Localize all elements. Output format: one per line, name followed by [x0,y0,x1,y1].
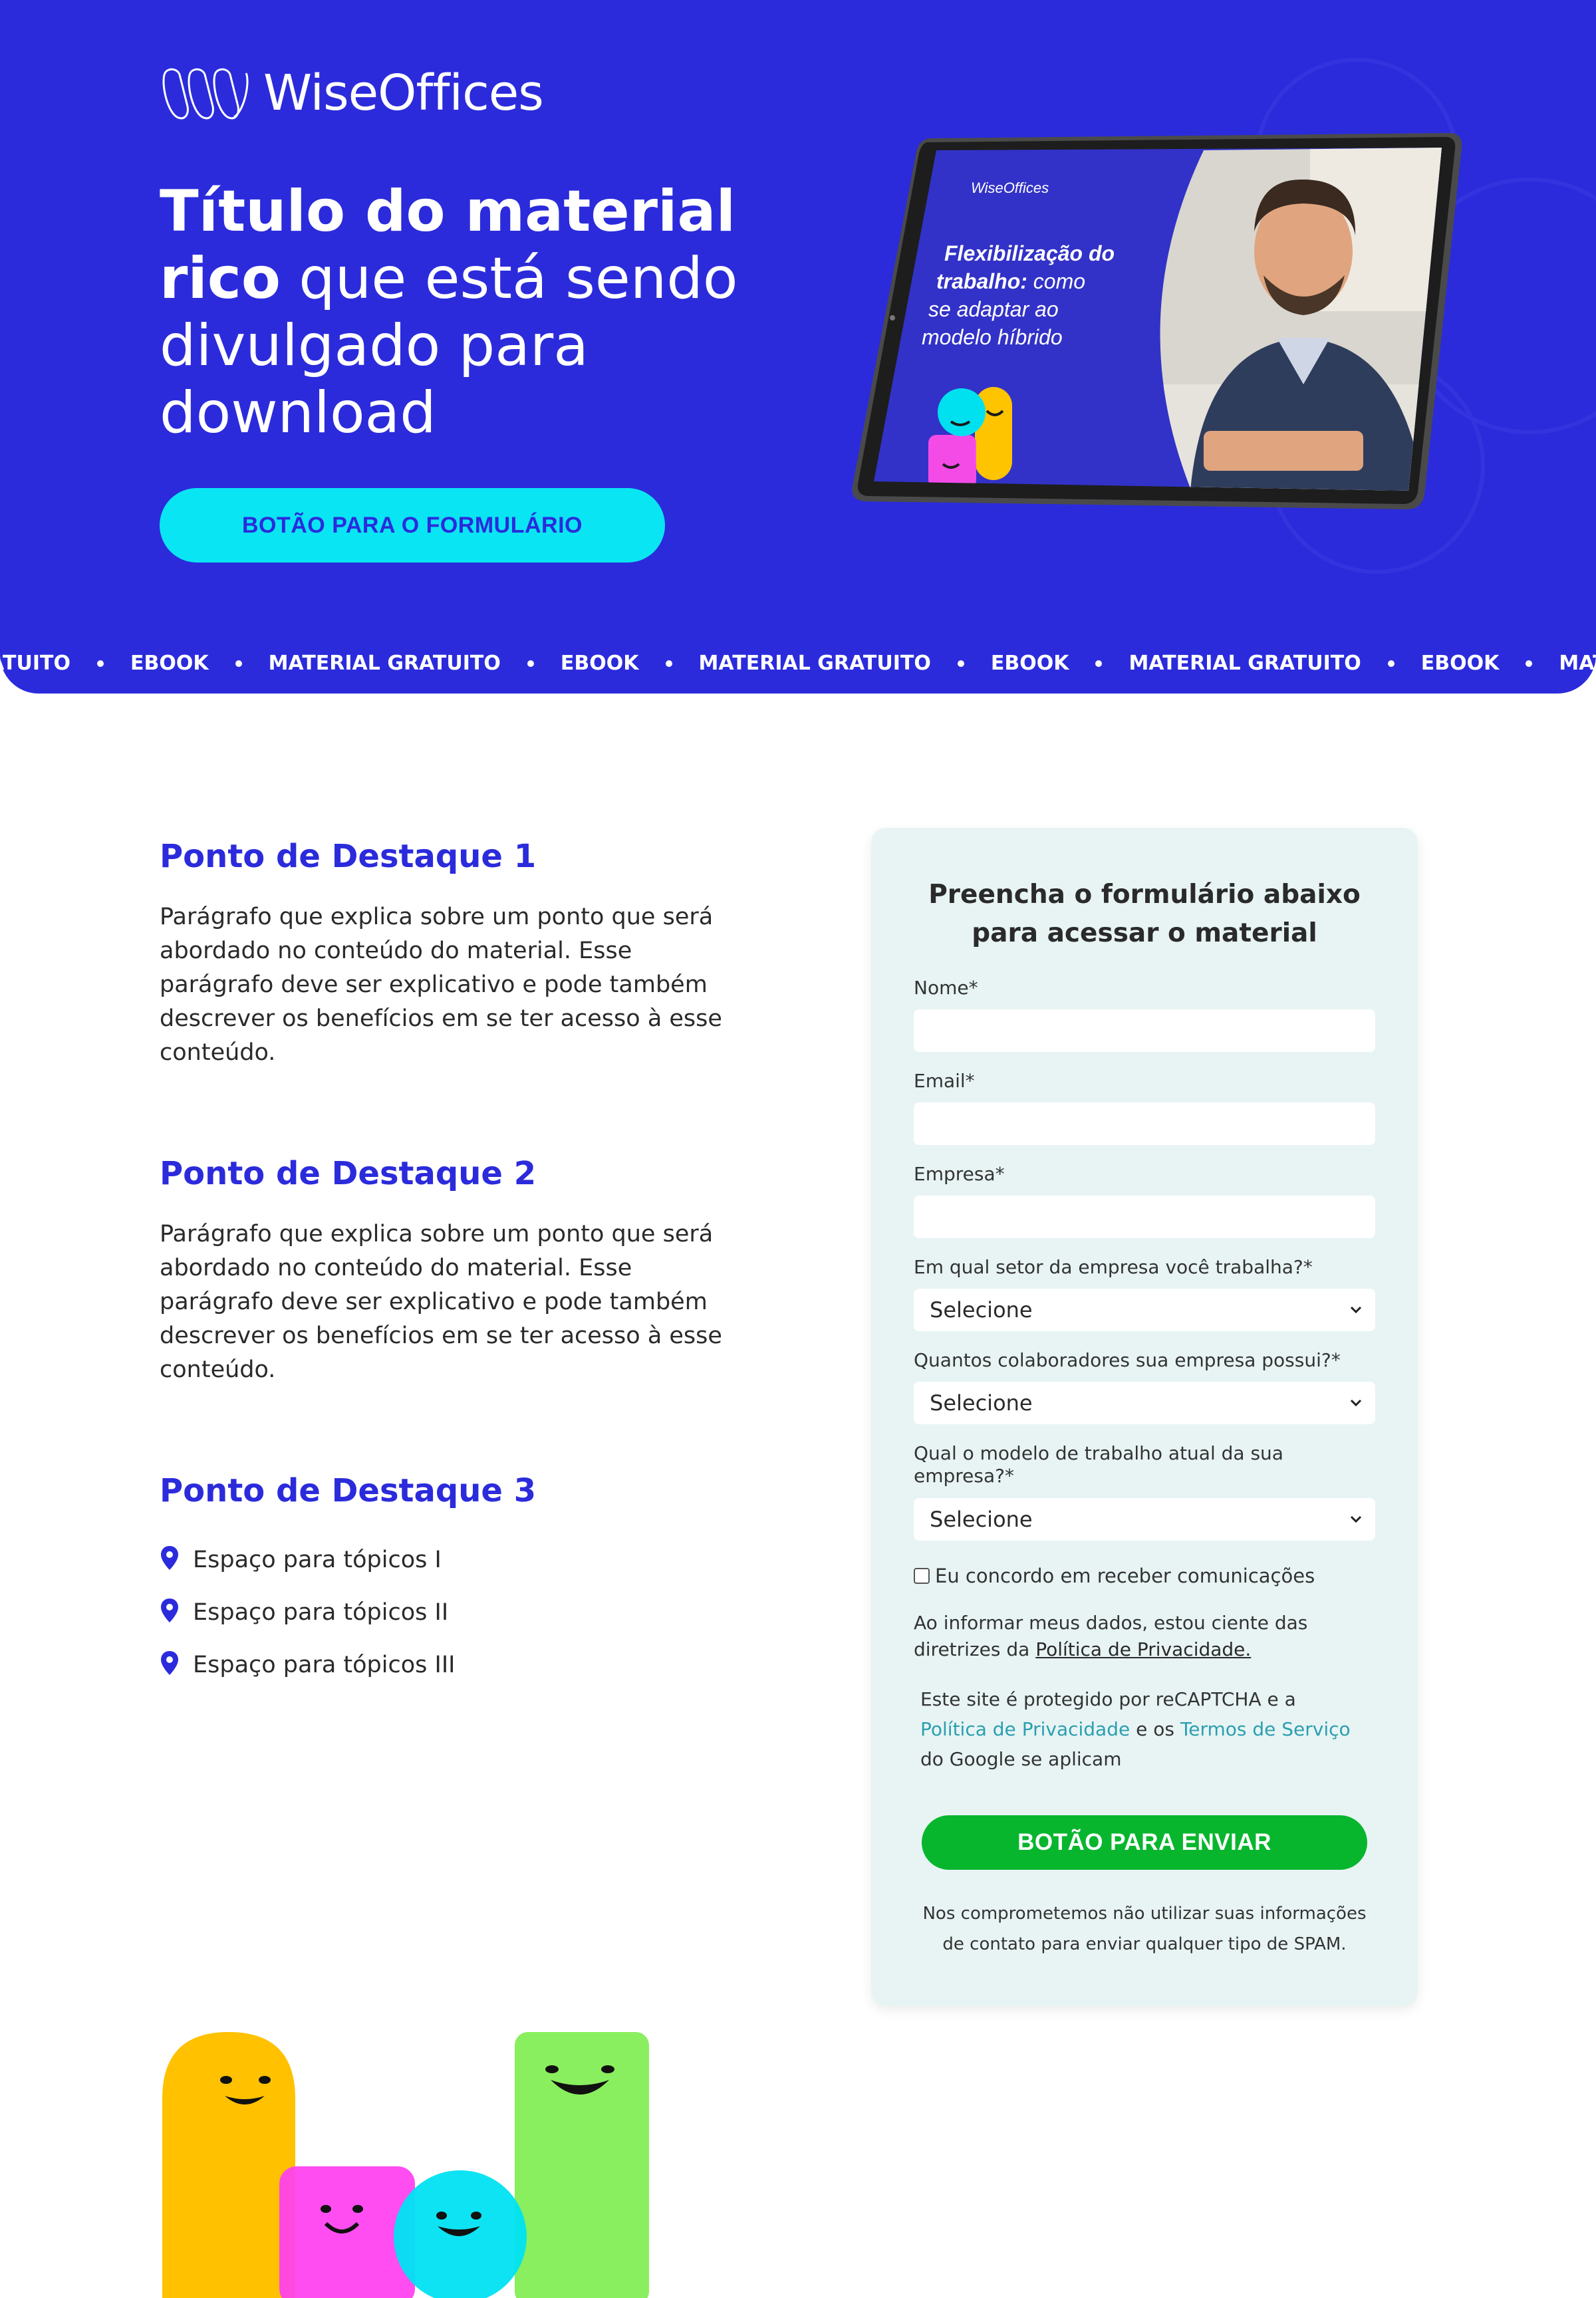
hero-title-bold-1: Título do material [160,178,736,245]
work-model-label: Qual o modelo de trabalho atual da sua e… [914,1442,1283,1487]
marquee-item: RATUITO [0,652,70,675]
spam-line-2: de contato para enviar qualquer tipo de … [942,1934,1347,1954]
google-privacy-link[interactable]: Política de Privacidade [920,1718,1130,1740]
brand-logo[interactable]: WiseOffices [160,64,544,122]
feature-1-title: Ponto de Destaque 1 [160,838,537,875]
name-label: Nome* [914,977,978,999]
map-pin-icon [161,1650,178,1675]
topic-label: Espaço para tópicos III [193,1651,456,1678]
topic-label: Espaço para tópicos II [193,1598,449,1626]
form-title-line-2: para acessar o material [972,918,1317,948]
feature-3-title: Ponto de Destaque 3 [160,1472,537,1509]
company-label: Empresa* [914,1163,1005,1185]
work-model-select-value: Selecione [930,1507,1033,1532]
marquee-track: RATUITO EBOOK MATERIAL GRATUITO EBOOK MATERI… [0,652,1596,675]
form-cta-button[interactable]: BOTÃO PARA O FORMULÁRIO [160,488,665,563]
map-pin-icon [161,1598,178,1622]
form-title: Preencha o formulário abaixo para acessa… [898,876,1391,953]
recaptcha-text-2: e os [1130,1718,1180,1740]
marquee-strip: RATUITO EBOOK MATERIAL GRATUITO EBOOK MATERI… [0,645,1596,688]
marquee-item: EBOOK [990,652,1069,675]
lead-form: Preencha o formulário abaixo para acessa… [871,828,1418,2006]
feature-2-text: Parágrafo que explica sobre um ponto que… [160,1221,722,1383]
marquee-item: MATERIAL GRATUITO [268,652,501,675]
marquee-separator-dot [665,660,672,667]
marquee-separator-dot [1095,660,1103,667]
hero-title-regular-2: que está sendo [280,245,738,312]
sector-select[interactable]: Selecione [914,1289,1375,1331]
topic-label: Espaço para tópicos I [193,1546,442,1573]
email-field[interactable] [914,1102,1375,1145]
marquee-item: EBOOK [560,652,639,675]
hero-title: Título do material rico que está sendo d… [160,178,745,447]
marquee-separator-dot [957,660,964,667]
hero-title-line-4: download [160,380,436,446]
recaptcha-text-1: Este site é protegido por reCAPTCHA e a [920,1688,1296,1710]
consent-checkbox-row[interactable]: Eu concordo em receber comunicações [914,1565,1315,1587]
ebook-cover-title-3: se adaptar ao [928,297,1059,321]
recaptcha-text-3: do Google se aplicam [920,1748,1122,1770]
marquee-item: EBOOK [130,652,209,675]
topics-list: Espaço para tópicos I Espaço para tópico… [160,1533,732,1691]
work-model-select[interactable]: Selecione [914,1498,1375,1541]
svg-text:trabalho: como: trabalho: como [936,269,1085,293]
topic-item: Espaço para tópicos II [160,1586,732,1638]
sector-select-value: Selecione [930,1297,1033,1323]
marquee-separator-dot [96,660,104,667]
marquee-item: MATERIAL GRATUITO [698,652,931,675]
hero-banner: WiseOffices Título do material rico que … [0,0,1596,694]
company-field[interactable] [914,1196,1375,1238]
feature-2-title: Ponto de Destaque 2 [160,1155,537,1192]
marquee-separator-dot [1526,660,1533,667]
email-label: Email* [914,1070,975,1092]
employees-label: Quantos colaboradores sua empresa possui… [914,1349,1341,1371]
no-spam-notice: Nos comprometemos não utilizar suas info… [911,1898,1378,1960]
google-terms-link[interactable]: Termos de Serviço [1180,1718,1351,1740]
privacy-notice: Ao informar meus dados, estou ciente das… [914,1610,1366,1663]
name-field[interactable] [914,1009,1375,1052]
ebook-cover-title-4: modelo híbrido [922,325,1063,349]
marquee-item: EBOOK [1420,652,1500,675]
consent-checkbox[interactable] [914,1568,930,1584]
hero-title-line-3: divulgado para [160,313,589,379]
privacy-policy-link[interactable]: Política de Privacidade. [1035,1638,1251,1660]
wiseoffices-logo-icon [162,68,249,120]
ebook-cover-title-1: Flexibilização do [944,241,1115,265]
employees-select[interactable]: Selecione [914,1382,1375,1424]
marquee-separator-dot [1387,660,1395,667]
mascot-characters-illustration [162,2032,649,2298]
spam-line-1: Nos comprometemos não utilizar suas info… [922,1904,1367,1924]
chevron-down-icon [1350,1515,1362,1523]
sector-label: Em qual setor da empresa você trabalha?* [914,1256,1313,1278]
marquee-item: MATERIAL GRATUITO [1129,652,1361,675]
employees-select-value: Selecione [930,1390,1033,1416]
topic-item: Espaço para tópicos I [160,1533,732,1586]
feature-1-text: Parágrafo que explica sobre um ponto que… [160,904,722,1066]
marquee-separator-dot [235,660,242,667]
ebook-cover-title-2-rest: como [1027,269,1085,293]
ebook-cover-brand: WiseOffices [971,180,1049,196]
ebook-cover-title-2-bold: trabalho: [936,269,1027,293]
map-pin-icon [161,1545,178,1570]
ebook-tablet-mockup: WiseOffices Flexibilização do trabalho: … [852,133,1462,509]
hero-title-bold-2: rico [160,245,281,312]
recaptcha-notice: Este site é protegido por reCAPTCHA e a … [920,1684,1373,1774]
chevron-down-icon [1350,1306,1362,1314]
brand-name: WiseOffices [263,64,544,122]
marquee-item: MATERIA [1559,652,1596,675]
topic-item: Espaço para tópicos III [160,1638,732,1691]
marquee-separator-dot [527,660,534,667]
consent-label: Eu concordo em receber comunicações [935,1565,1315,1587]
feature-2: Ponto de Destaque 2 Parágrafo que explic… [160,1154,732,1387]
form-title-line-1: Preencha o formulário abaixo [928,880,1361,910]
feature-1: Ponto de Destaque 1 Parágrafo que explic… [160,836,732,1070]
submit-button[interactable]: BOTÃO PARA ENVIAR [922,1815,1367,1870]
feature-3: Ponto de Destaque 3 Espaço para tópicos … [160,1471,732,1691]
chevron-down-icon [1350,1399,1362,1407]
